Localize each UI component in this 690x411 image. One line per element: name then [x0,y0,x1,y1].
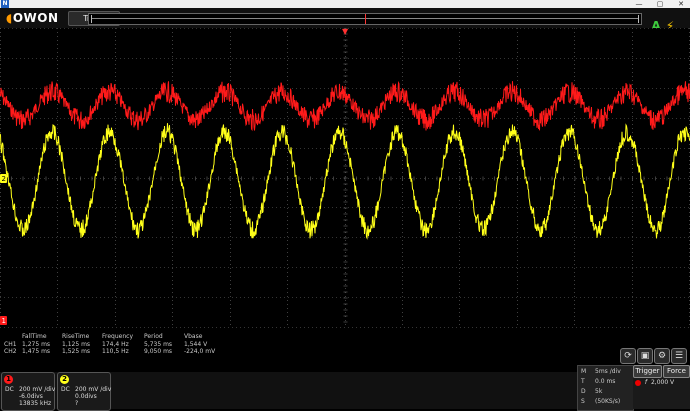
channel-1-badge: 1 [4,375,13,384]
timebase-row: T 0.0 ms [581,378,615,385]
channel-1-scale: 200 mV /div [19,386,56,393]
measurement-table: FallTime RiseTime Frequency Period Vbase CH1 1… [0,333,300,361]
memory-position-bar[interactable] [88,13,642,25]
timebase-value: 5ms /div [595,368,621,375]
ch1-ground-marker[interactable]: 1 [0,316,7,325]
timebase-key: S [581,398,585,405]
timebase-row: M 5ms /div [581,368,621,375]
channel-2-freq: ? [75,400,79,407]
timebase-value: 5k [595,388,603,395]
force-button[interactable]: Force [663,365,690,378]
measurement-value: 9,050 ms [144,348,173,355]
measurement-value: 174,4 Hz [102,341,129,348]
measurement-value: 110,5 Hz [102,348,129,355]
memory-right-bracket [638,15,639,23]
channel-2-offset: 0.0divs [75,393,97,400]
channel-1-coupling: DC [5,386,14,393]
measurement-value: 1,275 ms [22,341,51,348]
measurement-value: 1,125 ms [62,341,91,348]
timebase-key: T [581,378,585,385]
timebase-panel[interactable]: M 5ms /div T 0.0 ms D 5k S (50KS/s) [577,365,634,411]
minimize-button[interactable]: — [632,0,646,8]
channel-2-badge: 2 [60,375,69,384]
settings-icon[interactable]: ⚙ [654,348,670,364]
trigger-panel: Trigger Force f 2,000 V [633,365,690,409]
timebase-row: D 5k [581,388,602,395]
measurement-value: 1,544 V [184,341,208,348]
ch2-level-marker-label: 2 [2,175,6,183]
memory-left-bracket [91,15,92,23]
measurement-value: 1,475 ms [22,348,51,355]
timebase-key: D [581,388,586,395]
top-toolbar: ◖OWON Trig'd A ⚡ [0,8,690,33]
measurement-value: -224,0 mV [184,348,216,355]
trigger-level: f 2,000 V [635,379,674,386]
trigger-level-value: 2,000 V [650,379,675,386]
measurement-header: RiseTime [62,333,90,340]
trigger-source-icon [635,379,641,386]
owon-app-icon: N [1,0,9,8]
channel-2-info[interactable]: 2 DC 200 mV /div 0.0divs? [57,372,111,411]
ch2-level-marker[interactable]: 2 [0,174,7,183]
close-button[interactable]: ✕ [674,0,688,8]
trigger-marker[interactable]: ▼ [342,28,349,36]
measurement-header: FallTime [22,333,47,340]
refresh-icon[interactable]: ⟳ [620,348,636,364]
trigger-position-marker[interactable] [365,14,366,24]
measurement-row-label: CH1 [4,341,17,348]
timebase-value: (50KS/s) [595,398,621,405]
maximize-button[interactable]: ▢ [653,0,667,8]
trigger-marker-icon: ▼ [342,28,349,36]
measurement-value: 5,735 ms [144,341,173,348]
timebase-key: M [581,368,587,375]
measurement-value: 1,525 ms [62,348,91,355]
timebase-value: 0.0 ms [595,378,616,385]
measurement-header: Frequency [102,333,133,340]
trigger-edge-icon: f [644,379,648,386]
channel-1-info[interactable]: 1 DC 200 mV /div -6.0divs 13835 kHz [1,372,55,411]
save-icon[interactable]: ▣ [637,348,653,364]
channel-1-freq: 13835 kHz [19,400,52,407]
timebase-row: S (50KS/s) [581,398,620,405]
window-titlebar: N — ▢ ✕ [0,0,690,8]
measurement-header: Vbase [184,333,203,340]
trigger-button[interactable]: Trigger [633,365,662,378]
menu-icon[interactable]: ☰ [671,348,687,364]
waveform-display[interactable]: ▼ 2 1 [0,28,690,328]
channel-1-offset: -6.0divs [19,393,43,400]
measurement-header: Period [144,333,163,340]
channel-2-scale: 200 mV /div [75,386,112,393]
quick-toolbar: ⟳ ▣ ⚙ ☰ [620,348,690,364]
ch1-ground-marker-label: 1 [2,317,6,325]
owon-logo: ◖OWON [6,11,59,25]
measurement-row-label: CH2 [4,348,17,355]
channel-2-coupling: DC [61,386,70,393]
